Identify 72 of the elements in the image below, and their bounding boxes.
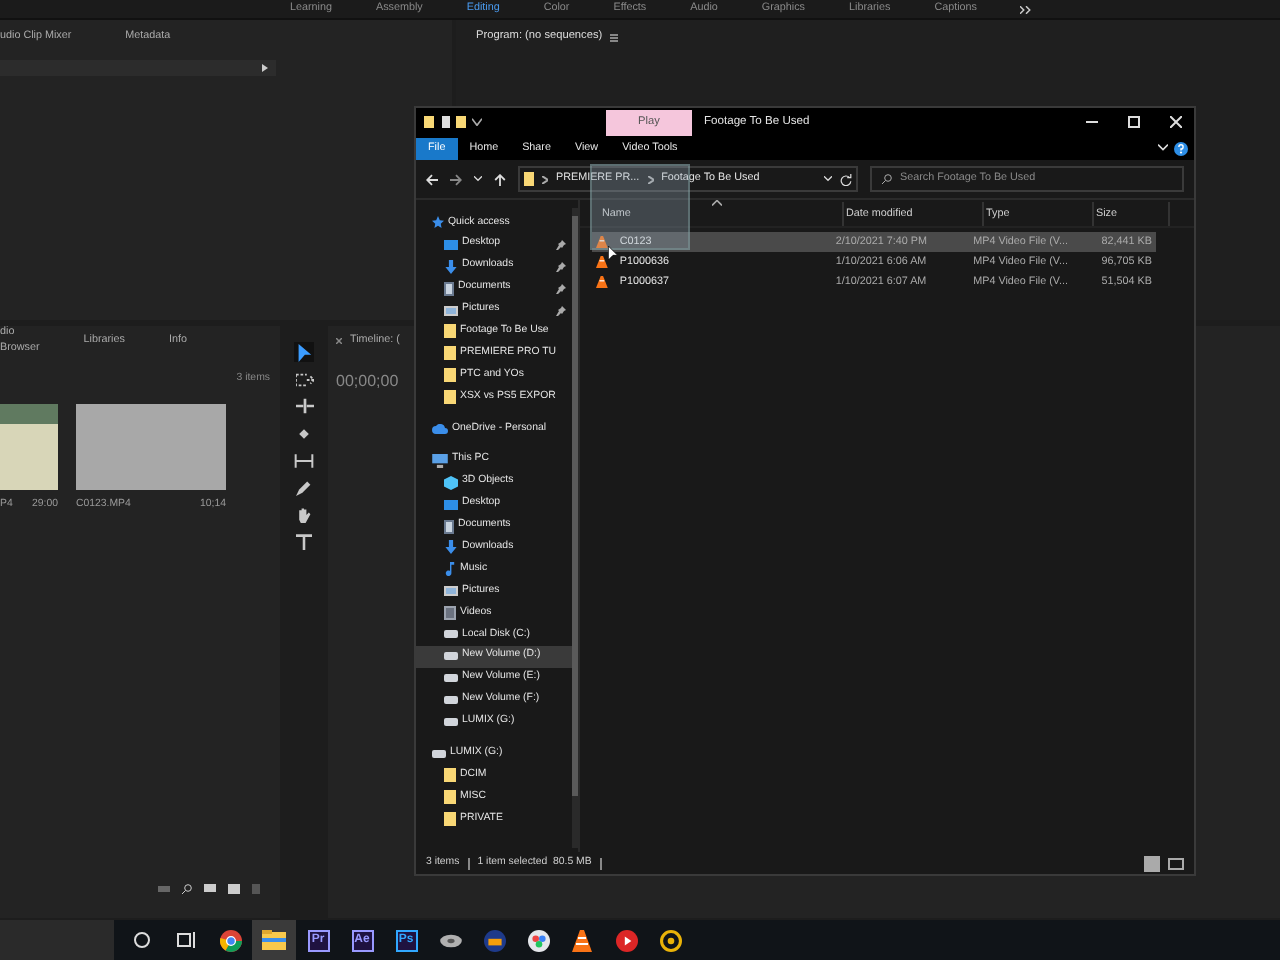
download-arrow-icon — [444, 540, 458, 555]
sort-caret-icon — [712, 200, 722, 206]
chevron-down-icon[interactable] — [824, 176, 832, 182]
mouse-cursor-icon — [608, 246, 618, 260]
document-icon — [444, 519, 454, 534]
forward-arrow-icon[interactable] — [450, 173, 462, 185]
details-view-icon[interactable] — [1144, 855, 1160, 871]
chevron-down-icon[interactable] — [1158, 144, 1168, 152]
tool-button[interactable] — [294, 531, 314, 551]
picture-icon — [444, 586, 458, 597]
slider-icon[interactable] — [158, 885, 170, 891]
tool-button[interactable] — [294, 342, 314, 362]
folder-icon — [524, 172, 534, 186]
chevron-down-icon[interactable] — [474, 176, 482, 182]
download-arrow-icon — [444, 259, 458, 274]
menu-icon[interactable] — [610, 33, 619, 41]
dropdown-icon — [472, 118, 482, 126]
arrow-pointer-icon — [296, 343, 312, 361]
traffic-cone-icon — [596, 256, 608, 268]
slip-icon — [294, 453, 314, 467]
search-icon — [882, 174, 892, 184]
play-circle-icon — [615, 929, 637, 951]
ring-icon — [659, 929, 681, 951]
help-icon[interactable] — [1174, 141, 1188, 155]
tool-button[interactable] — [294, 369, 314, 389]
traffic-cone-icon — [596, 236, 608, 248]
traffic-cone-icon — [596, 276, 608, 288]
folder-icon — [262, 930, 286, 950]
folder-icon — [424, 116, 434, 128]
flower-icon — [527, 929, 549, 951]
browser-icon — [219, 929, 241, 951]
play-triangle-icon[interactable] — [262, 64, 268, 72]
document-icon — [442, 116, 450, 128]
monitor-icon — [432, 453, 448, 468]
taskbar-button[interactable] — [252, 920, 296, 960]
tool-button[interactable] — [294, 396, 314, 416]
hand-icon — [296, 505, 312, 523]
cube-icon — [444, 475, 458, 490]
star-icon — [432, 216, 444, 229]
refresh-icon[interactable] — [840, 173, 852, 185]
razor-icon — [296, 425, 312, 441]
thumbnail-view-icon[interactable] — [1168, 857, 1184, 869]
timecode: 00;00;00 — [336, 370, 399, 394]
tool-button[interactable] — [294, 477, 314, 497]
up-arrow-icon[interactable] — [494, 173, 506, 185]
desktop-icon — [444, 239, 458, 250]
pen-icon — [296, 479, 312, 495]
ripple-edit-icon — [295, 398, 313, 414]
disc-icon — [439, 931, 461, 949]
music-note-icon — [444, 562, 456, 577]
film-icon — [444, 606, 456, 621]
desktop-icon — [444, 499, 458, 510]
cloud-icon — [432, 423, 448, 434]
new-item-icon[interactable] — [228, 883, 240, 893]
minimize-icon[interactable] — [1086, 116, 1098, 128]
type-tool-icon — [296, 533, 312, 549]
tool-button[interactable] — [294, 504, 314, 524]
chevron-right-icon — [647, 175, 654, 183]
document-icon — [444, 281, 454, 296]
track-select-icon — [295, 371, 313, 387]
chevron-right-icon — [542, 175, 548, 183]
back-arrow-icon[interactable] — [426, 173, 438, 185]
task-view-icon — [176, 932, 196, 948]
drive-icon — [432, 749, 446, 758]
traffic-cone-icon — [572, 929, 592, 951]
game-icon — [483, 929, 505, 951]
tool-button[interactable] — [294, 450, 314, 470]
double-chevron-icon[interactable] — [1020, 5, 1033, 13]
picture-icon — [444, 305, 458, 315]
search-icon[interactable] — [182, 883, 192, 893]
folder-icon — [456, 116, 466, 128]
maximize-icon[interactable] — [1128, 116, 1140, 128]
